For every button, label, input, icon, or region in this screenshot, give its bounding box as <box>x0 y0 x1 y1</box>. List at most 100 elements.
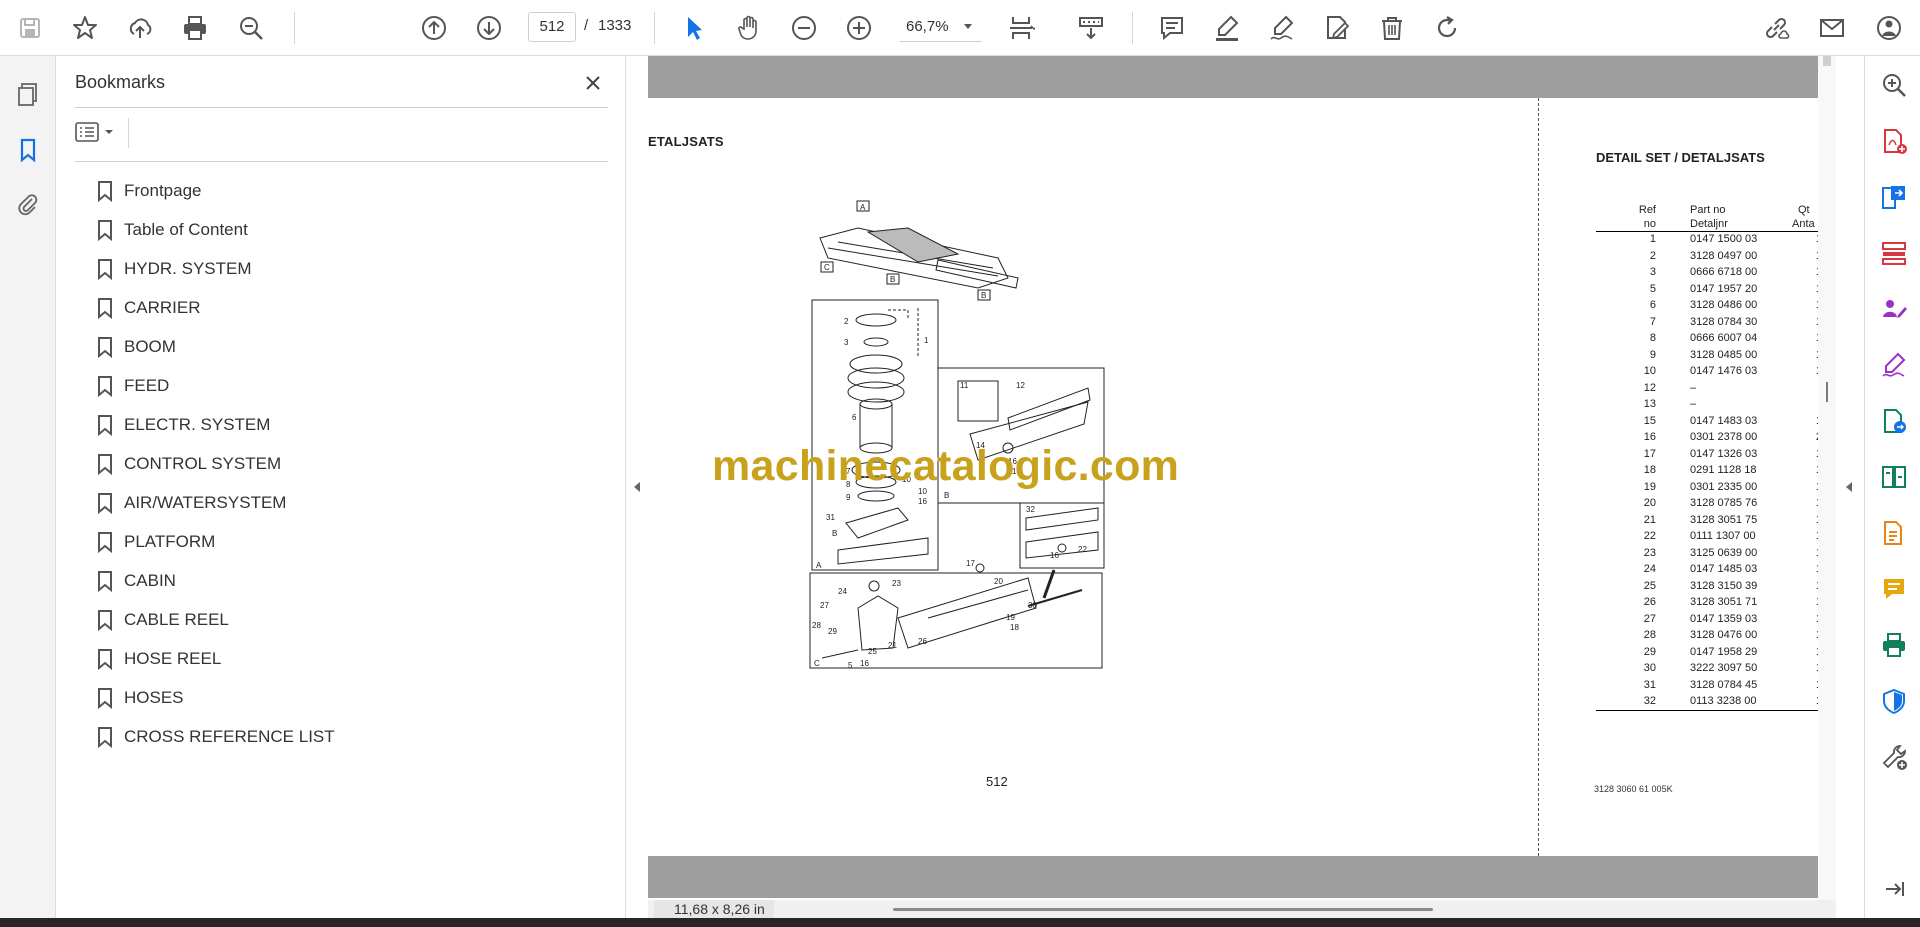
page-thumbnails-icon[interactable] <box>12 78 44 110</box>
bookmark-item[interactable]: Table of Content <box>96 210 596 249</box>
bookmark-item[interactable]: CABIN <box>96 561 596 600</box>
delete-icon[interactable] <box>1374 10 1410 46</box>
table-row: 6 3128 0486 00 1 <box>1596 298 1818 315</box>
create-pdf-icon[interactable] <box>1879 126 1909 156</box>
quantity-cell: 1 <box>1792 299 1818 311</box>
bookmark-item[interactable]: Frontpage <box>96 171 596 210</box>
expand-panel-icon[interactable] <box>1879 874 1909 904</box>
bookmark-item[interactable]: BOOM <box>96 327 596 366</box>
attachments-icon[interactable] <box>12 188 44 220</box>
part-number-cell: 3128 0486 00 <box>1690 299 1758 311</box>
part-number-cell: 0147 1326 03 <box>1690 447 1758 460</box>
svg-text:B: B <box>981 291 986 300</box>
part-number-cell: 0113 3238 00 <box>1690 695 1757 707</box>
collapse-right-panel-icon[interactable] <box>1843 480 1855 494</box>
request-signature-icon[interactable] <box>1879 294 1909 324</box>
zoom-in-icon[interactable] <box>841 10 877 46</box>
page-number-input[interactable]: 512 <box>528 12 576 42</box>
svg-text:16: 16 <box>918 497 927 506</box>
send-review-icon[interactable] <box>1879 406 1909 436</box>
rotate-icon[interactable] <box>1429 10 1465 46</box>
bookmark-item[interactable]: HOSE REEL <box>96 639 596 678</box>
quantity-cell: 1 <box>1792 629 1818 641</box>
ref-cell: 21 <box>1643 513 1656 526</box>
header-qty-line1: Qt <box>1798 204 1810 216</box>
account-icon[interactable] <box>1872 10 1908 46</box>
select-cursor-icon[interactable] <box>676 10 712 46</box>
protect-icon[interactable] <box>1879 686 1909 716</box>
edit-pdf-icon[interactable] <box>1879 518 1909 548</box>
search-zoom-icon[interactable] <box>233 10 269 46</box>
zoom-out-icon[interactable] <box>786 10 822 46</box>
link-icon[interactable] <box>1758 10 1794 46</box>
upload-icon[interactable] <box>122 10 158 46</box>
table-row: 16 0301 2378 00 2 <box>1596 430 1818 447</box>
page-up-icon[interactable] <box>416 10 452 46</box>
bookmark-item[interactable]: CARRIER <box>96 288 596 327</box>
bookmark-item[interactable]: HOSES <box>96 678 596 717</box>
horizontal-scrollbar[interactable] <box>893 908 1433 911</box>
bookmark-item[interactable]: CABLE REEL <box>96 600 596 639</box>
chevron-down-icon[interactable] <box>964 24 972 29</box>
list-options-icon <box>75 122 99 142</box>
comment-tool-icon[interactable] <box>1879 574 1909 604</box>
close-icon[interactable] <box>578 68 608 98</box>
page-gap <box>648 856 1818 898</box>
compare-files-icon[interactable] <box>1879 462 1909 492</box>
ref-cell: 32 <box>1643 695 1656 707</box>
toolbar-separator <box>654 12 655 44</box>
bookmark-item[interactable]: CONTROL SYSTEM <box>96 444 596 483</box>
scroll-mode-icon[interactable] <box>1073 10 1109 46</box>
bookmark-label: BOOM <box>124 336 176 356</box>
part-number-cell: 0147 1500 03 <box>1690 233 1758 245</box>
bookmark-icon <box>98 726 112 748</box>
scrollbar-thumb[interactable] <box>1823 56 1831 66</box>
bookmark-options-button[interactable] <box>75 118 121 146</box>
bookmark-panel-icon[interactable] <box>12 134 44 166</box>
bookmark-icon <box>98 687 112 709</box>
star-icon[interactable] <box>67 10 103 46</box>
svg-text:26: 26 <box>918 637 927 646</box>
bookmark-icon <box>98 219 112 241</box>
mail-icon[interactable] <box>1814 10 1850 46</box>
fill-sign-icon[interactable] <box>1879 350 1909 380</box>
bookmark-item[interactable]: ELECTR. SYSTEM <box>96 405 596 444</box>
document-viewport[interactable]: ETALJSATS DETAIL SET / DETALJSATS A C B … <box>648 56 1818 918</box>
organize-pages-icon[interactable] <box>1879 238 1909 268</box>
vertical-scrollbar[interactable] <box>1818 56 1836 918</box>
bookmark-item[interactable]: CROSS REFERENCE LIST <box>96 717 596 756</box>
bookmark-item[interactable]: PLATFORM <box>96 522 596 561</box>
bookmark-icon <box>98 180 112 202</box>
print-icon[interactable] <box>177 10 213 46</box>
save-icon[interactable] <box>12 10 48 46</box>
table-row: 2 3128 0497 00 1 <box>1596 249 1818 266</box>
sign-icon[interactable] <box>1264 10 1300 46</box>
zoom-search-icon[interactable] <box>1879 70 1909 100</box>
quantity-cell: 1 <box>1792 415 1818 427</box>
part-number-cell: 0666 6007 04 <box>1690 332 1758 344</box>
bookmark-item[interactable]: HYDR. SYSTEM <box>96 249 596 288</box>
collapse-left-panel-icon[interactable] <box>631 480 643 494</box>
bookmark-item[interactable]: AIR/WATERSYSTEM <box>96 483 596 522</box>
page-down-icon[interactable] <box>471 10 507 46</box>
edit-icon[interactable] <box>1319 10 1355 46</box>
svg-text:B: B <box>944 491 949 500</box>
svg-text:2: 2 <box>844 317 849 326</box>
table-row: 29 0147 1958 29 1 <box>1596 645 1818 662</box>
more-tools-icon[interactable] <box>1879 742 1909 772</box>
svg-text:9: 9 <box>846 493 851 502</box>
part-number-cell: 0147 1476 03 <box>1690 365 1758 377</box>
hand-icon[interactable] <box>731 10 767 46</box>
quantity-cell: 1 <box>1792 514 1818 526</box>
part-number-cell: 0147 1359 03 <box>1690 612 1758 625</box>
bookmark-item[interactable]: FEED <box>96 366 596 405</box>
comment-icon[interactable] <box>1154 10 1190 46</box>
bookmark-icon <box>98 492 112 514</box>
export-pdf-icon[interactable] <box>1879 182 1909 212</box>
svg-text:28: 28 <box>812 621 821 630</box>
print-production-icon[interactable] <box>1879 630 1909 660</box>
part-number-cell: 0147 1483 03 <box>1690 414 1758 427</box>
fit-page-icon[interactable] <box>1003 10 1039 46</box>
highlight-icon[interactable] <box>1209 10 1245 46</box>
table-body: 10147 1500 03123128 0497 00130666 6718 0… <box>1596 232 1818 711</box>
